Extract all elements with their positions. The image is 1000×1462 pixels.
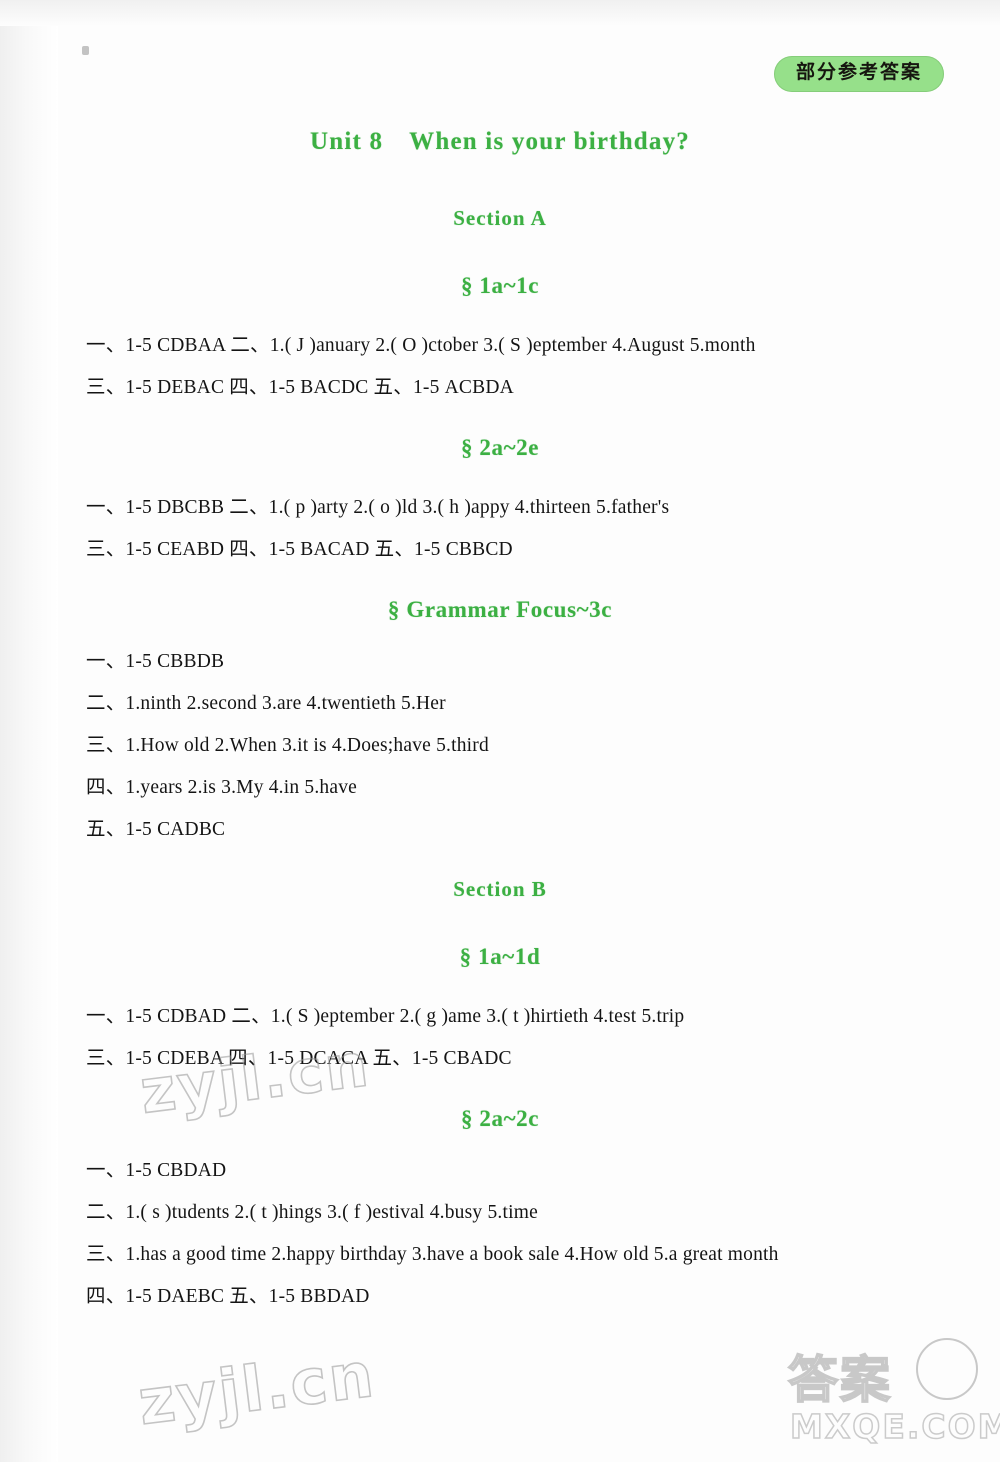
answer-line: 三、1-5 DEBAC 四、1-5 BACDC 五、1-5 ACBDA — [86, 377, 514, 398]
answer-line: 一、1-5 CDBAA 二、1.( J )anuary 2.( O )ctobe… — [86, 335, 756, 356]
unit-number: Unit 8 — [309, 128, 384, 155]
answer-line: 二、1.ninth 2.second 3.are 4.twentieth 5.H… — [86, 693, 446, 714]
answer-block-a-2a-2e: 一、1-5 DBCBB 二、1.( p )arty 2.( o )ld 3.( … — [0, 487, 1000, 571]
answer-line: 四、1.years 2.is 3.My 4.in 5.have — [86, 777, 358, 798]
answer-line: 一、1-5 CDBAD 二、1.( S )eptember 2.( g )ame… — [86, 1006, 685, 1027]
watermark-circle-icon — [916, 1338, 978, 1400]
answer-line: 四、1-5 DAEBC 五、1-5 BBDAD — [86, 1286, 370, 1307]
answer-line: 一、1-5 CBBDB — [86, 651, 225, 672]
section-heading-a: Section A — [453, 206, 547, 230]
answer-block-a-1a-1c: 一、1-5 CDBAA 二、1.( J )anuary 2.( O )ctobe… — [0, 325, 1000, 409]
subsection-heading-a-grammar-focus: § Grammar Focus~3c — [387, 597, 613, 622]
unit-title-text: When is your birthday? — [409, 128, 691, 155]
subsection-heading-b-1a-1d: § 1a~1d — [459, 944, 541, 969]
page-title: Unit 8 When is your birthday? — [0, 128, 1000, 156]
watermark-answer-badge: 答案 MXQE.COM — [782, 1334, 1000, 1447]
answer-line: 一、1-5 DBCBB 二、1.( p )arty 2.( o )ld 3.( … — [86, 497, 670, 518]
watermark-answer-text: 答案 — [787, 1350, 892, 1410]
answer-block-a-grammar-focus: 一、1-5 CBBDB 二、1.ninth 2.second 3.are 4.t… — [0, 641, 1000, 851]
answer-block-b-1a-1d: 一、1-5 CDBAD 二、1.( S )eptember 2.( g )ame… — [0, 996, 1000, 1080]
answer-line: 二、1.( s )tudents 2.( t )hings 3.( f )est… — [86, 1202, 538, 1223]
subsection-heading-a-2a-2e: § 2a~2e — [460, 435, 540, 460]
answer-line: 三、1-5 CDEBA 四、1-5 DCACA 五、1-5 CBADC — [86, 1048, 512, 1069]
watermark-domain-text: MXQE.COM — [789, 1406, 1000, 1447]
section-heading-b: Section B — [453, 877, 547, 901]
answer-line: 三、1.has a good time 2.happy birthday 3.h… — [86, 1244, 779, 1265]
answer-key-content: Unit 8 When is your birthday? Section A §… — [0, 0, 1000, 1318]
answer-key-page: 部分参考答案 Unit 8 When is your birthday? Sect… — [0, 0, 1000, 1462]
subsection-heading-b-2a-2c: § 2a~2c — [460, 1106, 540, 1131]
subsection-heading-a-1a-1c: § 1a~1c — [460, 273, 540, 298]
answer-line: 三、1-5 CEABD 四、1-5 BACAD 五、1-5 CBBCD — [86, 539, 513, 560]
answer-line: 三、1.How old 2.When 3.it is 4.Does;have 5… — [86, 735, 489, 756]
answer-block-b-2a-2c: 一、1-5 CBDAD 二、1.( s )tudents 2.( t )hing… — [0, 1150, 1000, 1318]
watermark-site-bottom: zyjl.cn — [134, 1337, 380, 1440]
answer-line: 五、1-5 CADBC — [86, 819, 226, 840]
answer-line: 一、1-5 CBDAD — [86, 1160, 227, 1181]
